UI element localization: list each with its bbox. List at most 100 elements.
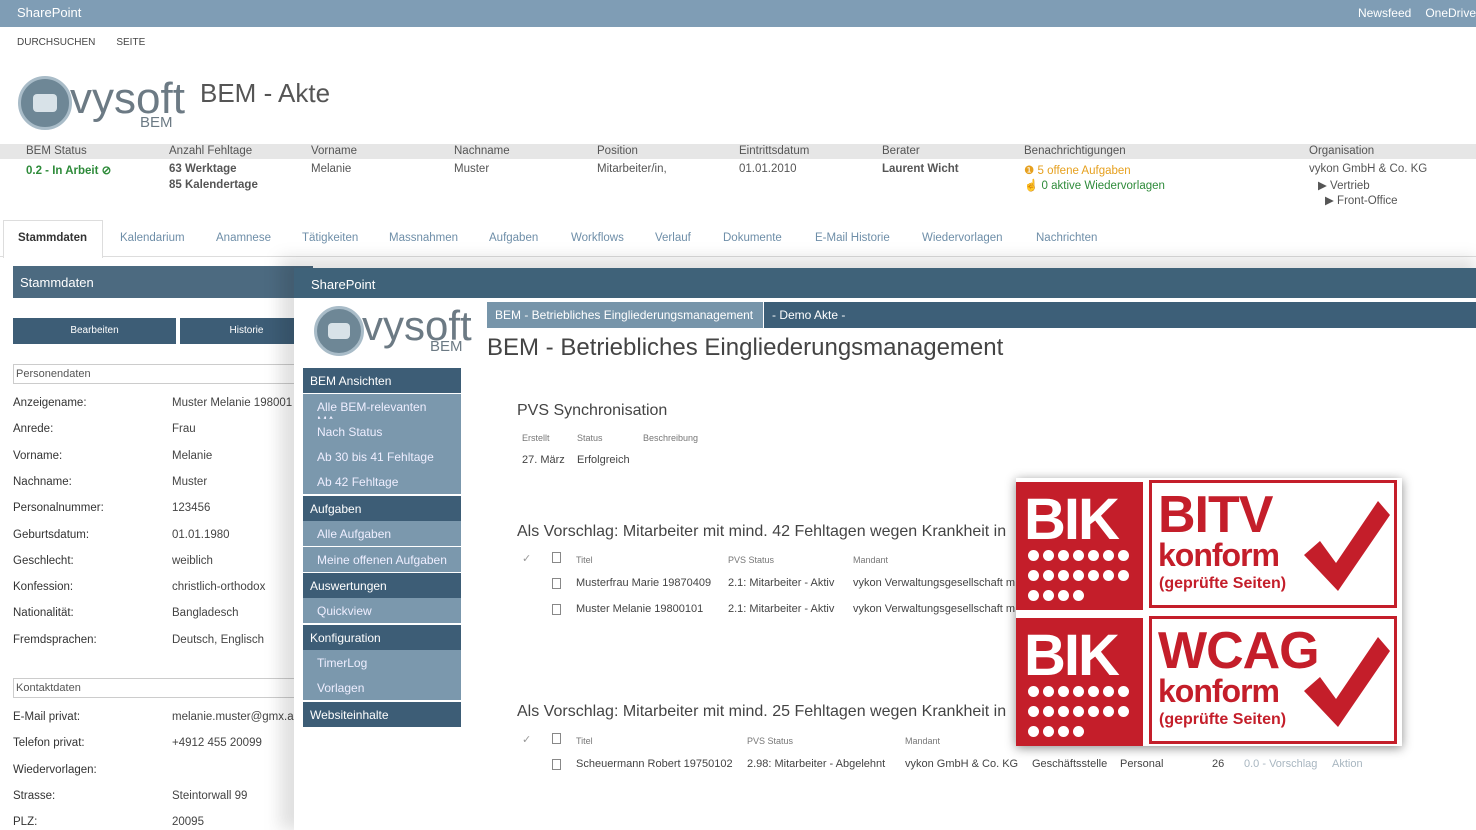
nachname-value: Muster	[454, 163, 490, 175]
col-beschreibung: Beschreibung	[643, 433, 699, 443]
tab-3[interactable]: Tätigkeiten	[302, 232, 358, 244]
row-title-link[interactable]: Muster Melanie 19800101	[576, 603, 703, 615]
dot-icon	[1028, 590, 1039, 601]
dot-icon	[1073, 726, 1084, 737]
row-pvs-status: 2.1: Mitarbeiter - Aktiv	[728, 577, 835, 589]
dot-icon	[1073, 686, 1084, 697]
col-mandant[interactable]: Mandant	[853, 555, 888, 565]
logo-bem: BEM	[140, 114, 173, 131]
newsfeed-link[interactable]: Newsfeed	[1358, 6, 1411, 20]
bik-logo: BIK	[1016, 482, 1143, 610]
checkmark-icon	[1304, 637, 1390, 727]
tab-0[interactable]: Stammdaten	[18, 232, 87, 244]
select-all-check-icon[interactable]: ✓	[522, 552, 531, 565]
nav-heading[interactable]: Auswertungen	[303, 572, 461, 598]
row-title-link[interactable]: Scheuermann Robert 19750102	[576, 758, 733, 770]
site-logo-2[interactable]: vysoft BEM	[312, 302, 482, 360]
nav-item[interactable]: Vorlagen	[303, 675, 461, 701]
row-title-link[interactable]: Musterfrau Marie 19870409	[576, 577, 711, 589]
col-titel[interactable]: Titel	[576, 736, 593, 746]
col-titel[interactable]: Titel	[576, 555, 593, 565]
info-header-label: Berater	[882, 145, 920, 157]
info-header-label: Position	[597, 145, 638, 157]
nav-heading[interactable]: Aufgaben	[303, 495, 461, 521]
sharepoint-brand[interactable]: SharePoint	[17, 5, 81, 20]
field-label: Anrede:	[13, 423, 54, 436]
dot-icon	[1058, 590, 1069, 601]
field-value: Muster Melanie 198001	[172, 397, 293, 409]
dot-icon	[1118, 686, 1129, 697]
tab-7[interactable]: Verlauf	[655, 232, 691, 244]
field-value: Melanie	[172, 449, 213, 462]
dot-icon	[1073, 706, 1084, 717]
berater-value: Laurent Wicht	[882, 163, 959, 175]
col-pvs-status[interactable]: PVS Status	[728, 555, 774, 565]
field-label: Telefon privat:	[13, 737, 85, 750]
dot-icon	[1073, 590, 1084, 601]
edit-button[interactable]: Bearbeiten	[13, 318, 176, 344]
tab-8[interactable]: Dokumente	[723, 232, 782, 244]
tab-9[interactable]: E-Mail Historie	[815, 232, 890, 244]
list42-title: Als Vorschlag: Mitarbeiter mit mind. 42 …	[517, 523, 1007, 540]
nav-item[interactable]: Ab 42 Fehltage	[303, 469, 461, 495]
pvs-title: PVS Synchronisation	[517, 402, 668, 419]
field-label: Konfession:	[13, 581, 74, 594]
nav-item[interactable]: Alle BEM-relevanten MA	[303, 393, 461, 428]
doc-icon	[552, 604, 561, 615]
nav-heading[interactable]: Websiteinhalte	[303, 701, 461, 727]
info-header-label: Eintrittsdatum	[739, 145, 810, 157]
dot-icon	[1103, 706, 1114, 717]
ribbon-tab-browse[interactable]: DURCHSUCHEN	[17, 37, 95, 48]
col-mandant[interactable]: Mandant	[905, 736, 940, 746]
row-mandant: vykon GmbH & Co. KG	[905, 758, 1019, 770]
tab-5[interactable]: Aufgaben	[489, 232, 538, 244]
field-label: Geburtsdatum:	[13, 528, 90, 541]
field-value: 01.01.1980	[172, 528, 230, 541]
eintritt-value: 01.01.2010	[739, 163, 797, 175]
wiedervorlagen-link[interactable]: ☝ 0 aktive Wiedervorlagen	[1024, 178, 1165, 192]
dot-icon	[1028, 686, 1039, 697]
row-abteilung: Personal	[1120, 758, 1164, 770]
nav-item[interactable]: Quickview	[303, 598, 461, 624]
tab-1[interactable]: Kalendarium	[120, 232, 185, 244]
field-value: 20095	[172, 816, 204, 829]
onedrive-link[interactable]: OneDrive	[1425, 6, 1476, 20]
nav-item[interactable]: Alle Aufgaben	[303, 521, 461, 547]
nav-item[interactable]: Meine offenen Aufgaben	[303, 546, 461, 572]
nav-heading[interactable]: Konfiguration	[303, 624, 461, 650]
ribbon-tab-page[interactable]: SEITE	[116, 37, 145, 48]
nav-item[interactable]: TimerLog	[303, 650, 461, 676]
check-circle-icon: ⊘	[101, 165, 112, 177]
tab-6[interactable]: Workflows	[571, 232, 624, 244]
nav-heading[interactable]: BEM Ansichten	[303, 368, 461, 393]
dot-icon	[1088, 686, 1099, 697]
nav-item[interactable]: Ab 30 bis 41 Fehltage	[303, 444, 461, 470]
konform-label: konform	[1158, 673, 1280, 709]
field-value: Steintorwall 99	[172, 789, 248, 802]
tab-2[interactable]: Anamnese	[216, 232, 271, 244]
site-logo[interactable]: vysoft BEM	[16, 74, 186, 134]
breadcrumb-page[interactable]: - Demo Akte -	[764, 302, 1476, 328]
row-status: 0.0 - Vorschlag	[1244, 758, 1318, 770]
row-aktion-link[interactable]: Aktion	[1332, 758, 1363, 770]
breadcrumb-site[interactable]: BEM - Betriebliches Eingliederungsmanage…	[487, 302, 763, 328]
dot-icon	[1028, 550, 1039, 561]
tab-10[interactable]: Wiedervorlagen	[922, 232, 1003, 244]
suite-bar-2[interactable]: SharePoint	[294, 268, 1476, 298]
note-label: (geprüfte Seiten)	[1159, 575, 1287, 592]
col-pvs-status[interactable]: PVS Status	[747, 736, 793, 746]
bem-status: 0.2 - In Arbeit ⊘	[26, 165, 112, 177]
wcag-label: WCAG	[1158, 622, 1320, 680]
org-sub-vertrieb: ▶ Vertrieb	[1318, 180, 1370, 192]
field-value: 123456	[172, 502, 211, 515]
select-all-check-icon[interactable]: ✓	[522, 733, 531, 746]
tab-11[interactable]: Nachrichten	[1036, 232, 1097, 244]
tab-4[interactable]: Massnahmen	[389, 232, 458, 244]
dot-icon	[1073, 550, 1084, 561]
position-value: Mitarbeiter/in,	[597, 163, 667, 175]
aufgaben-link[interactable]: ❶ 5 offene Aufgaben	[1024, 163, 1131, 177]
konform-label: konform	[1158, 537, 1280, 573]
field-label: Vorname:	[13, 449, 63, 462]
dot-icon	[1103, 550, 1114, 561]
nav-item[interactable]: Nach Status	[303, 418, 461, 444]
